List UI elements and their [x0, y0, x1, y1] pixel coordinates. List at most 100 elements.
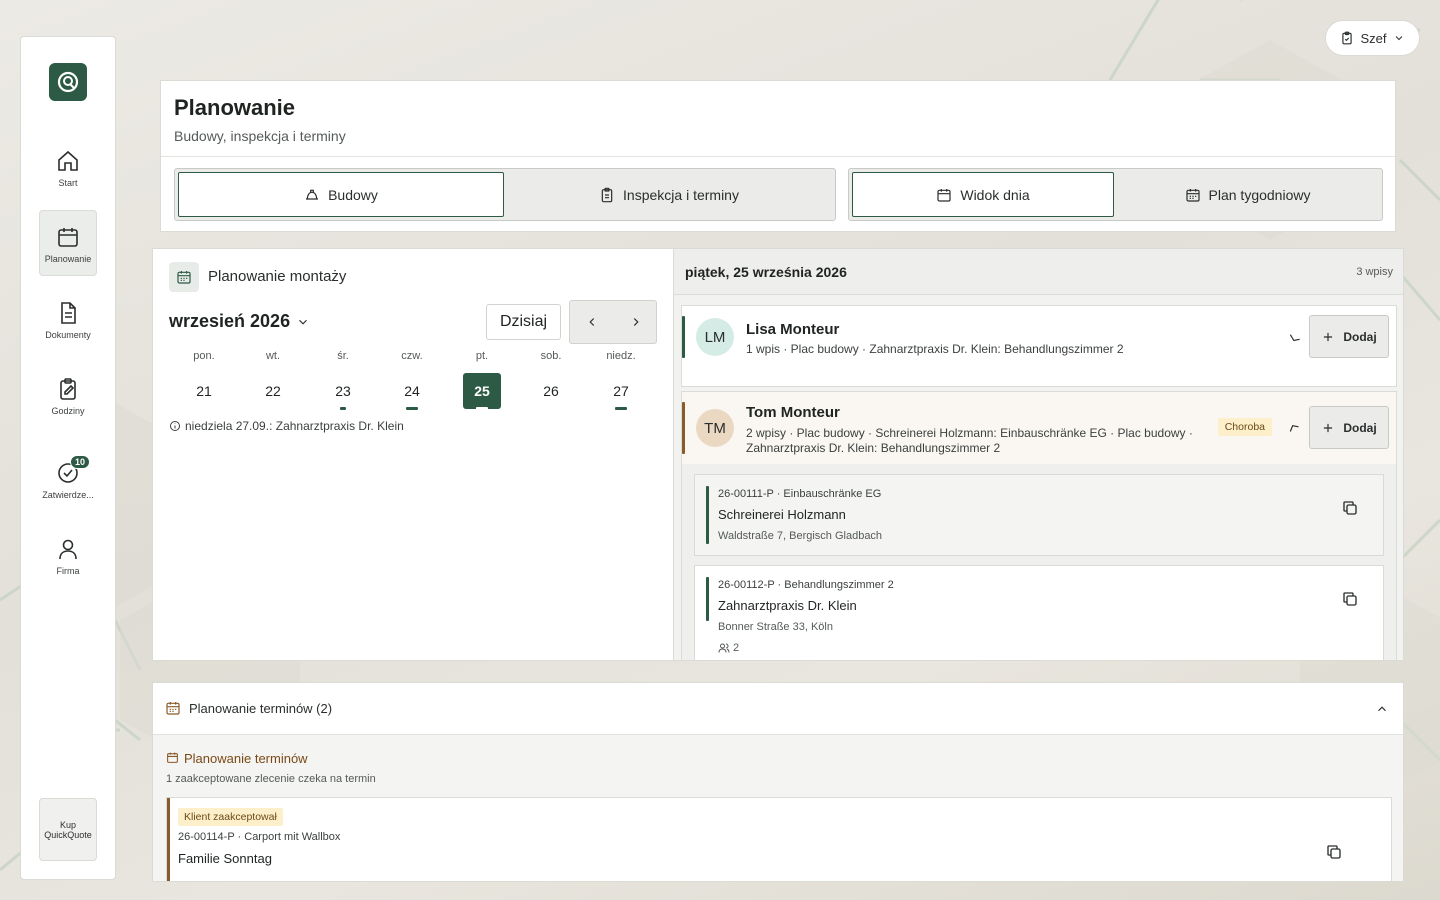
user-role-label: Szef [1360, 30, 1387, 46]
day-title: piątek, 25 września 2026 [685, 264, 847, 280]
appointment-name: Familie Sonntag [178, 851, 272, 866]
tab-label: Inspekcja i terminy [623, 186, 739, 203]
app-logo[interactable] [49, 63, 87, 101]
tab-inspekcja[interactable]: Inspekcja i terminy [505, 172, 833, 217]
task-name: Schreinerei Holzmann [718, 507, 846, 522]
person-row[interactable]: LM Lisa Monteur 1 wpis · Plac budowy · Z… [681, 305, 1397, 387]
chevron-right-icon [633, 318, 639, 326]
person-info: 1 wpis · Plac budowy · Zahnarztpraxis Dr… [746, 342, 1124, 356]
calendar-icon [167, 752, 178, 763]
calendar-day[interactable]: 21 [185, 373, 223, 409]
copy-icon[interactable] [1341, 499, 1359, 517]
sidebar-item-zatwierdzenia[interactable]: 10 Zatwierdze... [39, 447, 97, 513]
month-label: wrzesień 2026 [169, 311, 291, 331]
entry-count: 3 wpisy [1356, 266, 1393, 278]
calendar-icon [166, 702, 180, 715]
sidebar-item-dokumenty[interactable]: Dokumenty [39, 287, 97, 353]
weekday-label: śr. [337, 350, 349, 362]
add-label: Dodaj [1343, 420, 1377, 435]
event-indicator [340, 407, 346, 410]
sidebar-item-godziny[interactable]: Godziny [39, 363, 97, 429]
calendar-icon [937, 188, 951, 202]
clipboard-check-icon [1342, 31, 1353, 45]
calendar-title: Planowanie montaży [208, 268, 347, 285]
calendar-day[interactable]: 22 [254, 373, 292, 409]
buy-quickquote-button[interactable]: Kup QuickQuote [39, 798, 97, 861]
sidebar-item-planowanie[interactable]: Planowanie [39, 210, 97, 276]
calendar-day[interactable]: 23 [324, 373, 362, 409]
next-week-button[interactable] [614, 301, 658, 343]
task-color-bar [706, 577, 709, 621]
hard-hat-icon [306, 189, 319, 200]
add-label: Dodaj [1343, 329, 1377, 344]
calendar-day-selected[interactable]: 25 [463, 373, 501, 409]
sidebar-item-firma[interactable]: Firma [39, 523, 97, 589]
event-indicator [406, 407, 418, 410]
home-icon [58, 150, 78, 171]
sidebar-item-label: Start [58, 178, 78, 188]
buy-label-line2: QuickQuote [44, 829, 92, 840]
sidebar: Start Planowanie Dokumenty Godziny 10 Za… [20, 36, 116, 880]
sidebar-item-start[interactable]: Start [39, 135, 97, 201]
notification-badge: 10 [70, 455, 91, 469]
tab-widok-dnia[interactable]: Widok dnia [852, 172, 1114, 217]
section-description: 1 zaakceptowane zlecenie czeka na termin [166, 773, 376, 785]
person-color-bar [682, 402, 685, 454]
view-tabs: Widok dnia Plan tygodniowy [848, 168, 1383, 221]
copy-icon[interactable] [1341, 590, 1359, 608]
calendar-day[interactable]: 26 [532, 373, 570, 409]
tab-label: Budowy [328, 186, 378, 203]
day-header: piątek, 25 września 2026 3 wpisy [674, 249, 1403, 295]
person-info-line: Zahnarztpraxis Dr. Klein: Behandlungszim… [746, 441, 1001, 455]
chevron-left-icon [589, 318, 595, 326]
appointments-header[interactable]: Planowanie terminów (2) [153, 683, 1403, 735]
calendar-note: niedziela 27.09.: Zahnarztpraxis Dr. Kle… [169, 419, 404, 433]
person-info: 2 wpisy · Plac budowy · Schreinerei Holz… [746, 426, 1193, 456]
copy-icon[interactable] [1325, 843, 1343, 861]
sidebar-item-label: Dokumenty [45, 330, 91, 340]
add-entry-button[interactable]: Dodaj [1309, 315, 1389, 358]
expand-icon[interactable] [1288, 421, 1302, 435]
note-text: niedziela 27.09.: Zahnarztpraxis Dr. Kle… [185, 419, 404, 433]
section-title: Planowanie terminów [184, 751, 308, 766]
clipboard-edit-icon [60, 378, 76, 400]
weekday-label: wt. [265, 350, 281, 362]
calendar-day[interactable]: 27 [602, 373, 640, 409]
person-row[interactable]: TM Tom Monteur 2 wpisy · Plac budowy · S… [681, 391, 1397, 660]
page-title: Planowanie [174, 95, 296, 120]
today-button[interactable]: Dzisiaj [486, 304, 561, 340]
weekday-label: niedz. [606, 350, 636, 362]
people-count: 2 [733, 642, 740, 654]
avatar: LM [696, 318, 734, 356]
event-indicator [615, 407, 627, 410]
task-address: Bonner Straße 33, Köln [718, 621, 833, 633]
assigned-people: 2 [718, 642, 739, 654]
tab-budowy[interactable]: Budowy [178, 172, 504, 217]
avatar: TM [696, 409, 734, 447]
chevron-down-icon [299, 319, 307, 325]
appointment-card[interactable]: Klient zaakceptował 26-00114-P · Carport… [166, 797, 1392, 881]
prev-week-button[interactable] [570, 301, 614, 343]
weekday-label: pt. [475, 350, 489, 362]
user-role-menu[interactable]: Szef [1325, 20, 1420, 56]
person-color-bar [682, 316, 685, 358]
add-entry-button[interactable]: Dodaj [1309, 406, 1389, 449]
task-card[interactable]: 26-00111-P · Einbauschränke EG Schreiner… [694, 474, 1384, 556]
calendar-day[interactable]: 24 [393, 373, 431, 409]
sidebar-item-label: Firma [56, 566, 80, 576]
task-name: Zahnarztpraxis Dr. Klein [718, 598, 857, 613]
tab-plan-tygodniowy[interactable]: Plan tygodniowy [1115, 172, 1380, 217]
clipboard-icon [601, 187, 613, 202]
planning-panel: Planowanie montaży wrzesień 2026 Dzisiaj… [152, 248, 1404, 661]
task-code: 26-00111-P · Einbauschränke EG [718, 488, 882, 500]
event-indicator [476, 407, 488, 410]
status-badge: Klient zaakceptował [178, 808, 283, 826]
chevron-up-icon[interactable] [1375, 702, 1389, 716]
task-card[interactable]: 26-00112-P · Behandlungszimmer 2 Zahnarz… [694, 565, 1384, 660]
task-code: 26-00112-P · Behandlungszimmer 2 [718, 579, 894, 591]
category-tabs: Budowy Inspekcja i terminy [174, 168, 836, 221]
calendar-pane: Planowanie montaży wrzesień 2026 Dzisiaj… [153, 249, 673, 660]
month-picker[interactable]: wrzesień 2026 [169, 311, 310, 332]
collapse-icon[interactable] [1288, 330, 1302, 344]
appointments-title: Planowanie terminów (2) [189, 701, 333, 716]
